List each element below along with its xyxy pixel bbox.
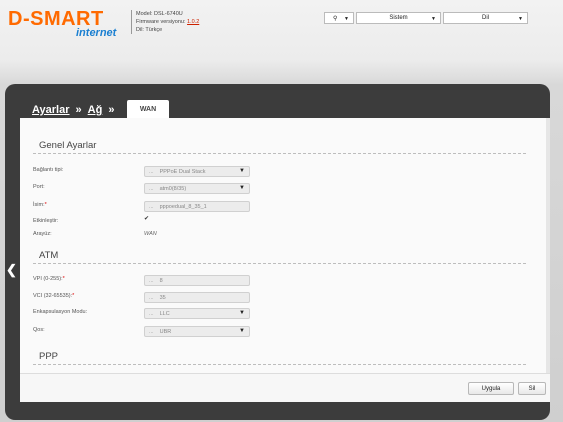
firmware-line: Firmware versiyonu: 1.0.2 [136, 18, 199, 26]
breadcrumb: Ayarlar » Ağ » [32, 104, 114, 116]
system-dropdown-label: Sistem [389, 15, 408, 21]
section-title-ppp: PPP [39, 351, 59, 362]
apply-button[interactable]: Uygula [468, 382, 514, 395]
vpi-input[interactable]: ... 8 [144, 275, 250, 286]
chevron-down-icon: ▼ [344, 16, 349, 22]
enable-label: Etkinleştir: [33, 218, 59, 224]
breadcrumb-network[interactable]: Ağ [88, 104, 103, 116]
top-menu-bar: ⚲ ▼ Sistem ▼ Dil ▼ [324, 12, 528, 24]
language-dropdown[interactable]: Dil ▼ [443, 12, 528, 24]
language-line: Dil: Türkçe [136, 27, 163, 33]
device-model: Model: DSL-6740U [136, 11, 183, 17]
section-divider [33, 364, 526, 365]
port-select[interactable]: ... atm0(8/35) ▼ [144, 183, 250, 194]
bulb-icon: ⚲ [333, 15, 338, 22]
section-title-general: Genel Ayarlar [39, 140, 97, 151]
vci-input[interactable]: ... 35 [144, 292, 250, 303]
chevron-down-icon: ▼ [518, 16, 523, 22]
chevron-down-icon: ▼ [431, 16, 436, 22]
breadcrumb-separator: » [108, 104, 115, 116]
vci-label-text: VCI (32-65535): [33, 293, 73, 299]
field-prefix: ... [149, 168, 154, 175]
vpi-label-text: VPI (0-255): [33, 276, 63, 282]
section-title-atm: ATM [39, 250, 59, 261]
delete-button[interactable]: Sil [518, 382, 546, 395]
chevron-down-icon: ▼ [239, 328, 245, 334]
field-prefix: ... [149, 185, 154, 192]
vertical-scrollbar[interactable] [546, 118, 550, 373]
name-input[interactable]: ... pppoedual_8_35_1 [144, 201, 250, 212]
language-dropdown-label: Dil [482, 15, 489, 21]
collapse-arrow-icon[interactable]: ❮ [6, 262, 17, 278]
logo-sub-text: internet [76, 27, 117, 39]
content-area [20, 118, 550, 402]
firmware-label: Firmware versiyonu: [136, 19, 186, 25]
name-value: pppoedual_8_35_1 [159, 203, 207, 210]
chevron-down-icon: ▼ [239, 310, 245, 316]
connection-type-select[interactable]: ... PPPoE Dual Stack ▼ [144, 166, 250, 177]
field-prefix: ... [149, 277, 154, 284]
chevron-down-icon: ▼ [239, 168, 245, 174]
interface-value: WAN [144, 231, 157, 237]
port-label: Port: [33, 184, 45, 190]
breadcrumb-settings[interactable]: Ayarlar [32, 104, 70, 116]
breadcrumb-separator: » [75, 104, 82, 116]
field-prefix: ... [149, 310, 154, 317]
notifications-dropdown[interactable]: ⚲ ▼ [324, 12, 354, 24]
qos-select[interactable]: ... UBR ▼ [144, 326, 250, 337]
vci-value: 35 [159, 294, 166, 301]
field-prefix: ... [149, 294, 154, 301]
section-divider [33, 153, 526, 154]
name-label: İsim:* [33, 202, 47, 208]
connection-type-value: PPPoE Dual Stack [159, 168, 206, 175]
port-value: atm0(8/35) [159, 185, 187, 192]
logo-main-text: D-SMART [8, 8, 104, 30]
encapsulation-label: Enkapsulasyon Modu: [33, 309, 88, 315]
dsmart-logo[interactable]: D-SMART internet [8, 9, 128, 39]
encapsulation-select[interactable]: ... LLC ▼ [144, 308, 250, 319]
connection-type-label: Bağlantı tipi: [33, 167, 64, 173]
vpi-label: VPI (0-255):* [33, 276, 65, 282]
qos-value: UBR [159, 328, 172, 335]
firmware-version-link[interactable]: 1.0.2 [187, 19, 199, 25]
field-prefix: ... [149, 203, 154, 210]
enable-checkbox[interactable]: ✔ [144, 215, 149, 222]
required-mark: * [62, 276, 65, 282]
name-label-text: İsim: [33, 202, 45, 208]
field-prefix: ... [149, 328, 154, 335]
device-info: Model: DSL-6740U Firmware versiyonu: 1.0… [131, 10, 199, 34]
header: D-SMART internet Model: DSL-6740U Firmwa… [0, 0, 563, 50]
required-mark: * [44, 202, 47, 208]
system-dropdown[interactable]: Sistem ▼ [356, 12, 441, 24]
qos-label: Qos: [33, 327, 45, 333]
vci-label: VCI (32-65535):* [33, 293, 74, 299]
vpi-value: 8 [159, 277, 163, 284]
chevron-down-icon: ▼ [239, 185, 245, 191]
encapsulation-value: LLC [159, 310, 170, 317]
required-mark: * [72, 293, 75, 299]
section-divider [33, 263, 526, 264]
interface-label: Arayüz: [33, 231, 52, 237]
tab-wan[interactable]: WAN [127, 100, 169, 118]
